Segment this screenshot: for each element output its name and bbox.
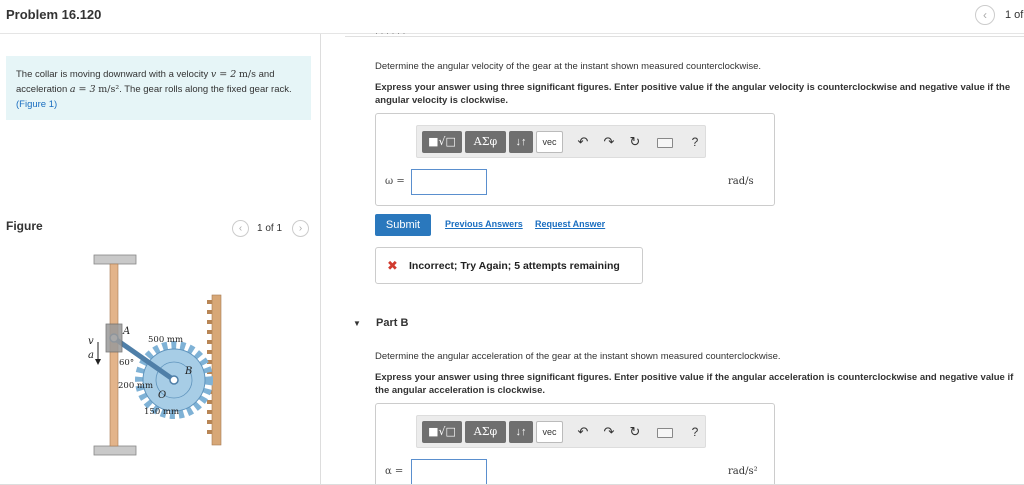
submit-button[interactable]: Submit [375, 214, 431, 236]
figure-prev-button[interactable]: ‹ [232, 220, 249, 237]
dimension-500mm: 500 mm [148, 335, 183, 345]
problem-text: The collar is moving downward with a vel… [16, 69, 211, 80]
omega-answer-input[interactable] [411, 169, 487, 195]
alpha-unit: rad/s² [728, 466, 758, 477]
gear-collar-figure: v a A O B 60° 500 mm 200 mm 150 mm [88, 254, 222, 456]
feedback-box: ✖ Incorrect; Try Again; 5 attempts remai… [375, 247, 643, 284]
gear-rack [211, 294, 222, 446]
symbols-button[interactable]: ΑΣφ [465, 421, 506, 443]
alpha-label: α = [385, 466, 404, 477]
pin-o [169, 375, 179, 385]
help-icon[interactable]: ? [687, 132, 703, 152]
part-b-instruction: Express your answer using three signific… [375, 372, 1014, 396]
top-support [93, 254, 137, 265]
collapse-arrow-icon[interactable]: ▼ [353, 319, 361, 328]
keyboard-icon[interactable] [657, 428, 673, 438]
chevron-left-icon: ‹ [238, 223, 243, 234]
part-b-title[interactable]: Part B [376, 317, 408, 329]
figure-link[interactable]: (Figure 1) [16, 99, 57, 110]
figure-heading: Figure [6, 219, 43, 233]
part-divider [345, 36, 1024, 37]
problem-page-count: 1 of [1005, 9, 1024, 21]
chevron-right-icon: › [298, 223, 303, 234]
velocity-unit: m/s [238, 69, 256, 80]
templates-button[interactable]: ■√□ [422, 131, 462, 153]
feedback-message: Incorrect; Try Again; 5 attempts remaini… [409, 260, 620, 272]
error-x-icon: ✖ [387, 258, 398, 273]
label-point-a: A [122, 326, 130, 337]
label-point-o: O [158, 390, 166, 401]
velocity-expression: v = 2 [210, 69, 237, 80]
redo-icon[interactable]: ↷ [601, 132, 617, 152]
part-a-prompt: Determine the angular velocity of the ge… [375, 61, 762, 72]
reset-icon[interactable]: ↻ [627, 132, 643, 152]
vertical-rod [109, 263, 119, 447]
previous-answers-link[interactable]: Previous Answers [445, 219, 523, 229]
vector-button[interactable]: vec [536, 131, 563, 153]
undo-icon[interactable]: ↶ [575, 422, 591, 442]
acceleration-expression: a = 3 [69, 84, 96, 95]
redo-icon[interactable]: ↷ [601, 422, 617, 442]
subscript-superscript-button[interactable]: ↓↑ [509, 131, 533, 153]
request-answer-link[interactable]: Request Answer [535, 219, 605, 229]
part-b-answer-box: ■√□ ΑΣφ ↓↑ vec ↶ ↷ ↻ ? α = rad/s² [375, 403, 775, 485]
dimension-200mm: 200 mm [118, 381, 153, 391]
figure-next-button[interactable]: › [292, 220, 309, 237]
prev-problem-button[interactable]: ‹ [975, 5, 995, 25]
problem-statement: The collar is moving downward with a vel… [6, 56, 311, 120]
figure-count: 1 of 1 [257, 223, 283, 234]
collar [105, 323, 123, 353]
bottom-support [93, 445, 137, 456]
angle-label: 60° [119, 358, 134, 368]
templates-button[interactable]: ■√□ [422, 421, 462, 443]
undo-icon[interactable]: ↶ [575, 132, 591, 152]
acceleration-unit: m/s² [98, 84, 120, 95]
column-divider [320, 34, 321, 485]
reset-icon[interactable]: ↻ [627, 422, 643, 442]
chevron-left-icon: ‹ [983, 8, 987, 22]
part-b-prompt: Determine the angular acceleration of th… [375, 351, 781, 362]
keyboard-icon[interactable] [657, 138, 673, 148]
math-toolbar: ■√□ ΑΣφ ↓↑ vec ↶ ↷ ↻ ? [416, 415, 706, 448]
subscript-superscript-button[interactable]: ↓↑ [509, 421, 533, 443]
help-icon[interactable]: ? [687, 422, 703, 442]
problem-text-end: . The gear rolls along the fixed gear ra… [119, 84, 292, 95]
part-a-answer-box: ■√□ ΑΣφ ↓↑ vec ↶ ↷ ↻ ? ω = rad/s [375, 113, 775, 206]
arrowhead [95, 359, 101, 365]
omega-label: ω = [385, 176, 405, 187]
math-toolbar: ■√□ ΑΣφ ↓↑ vec ↶ ↷ ↻ ? [416, 125, 706, 158]
omega-unit: rad/s [728, 176, 754, 187]
problem-title: Problem 16.120 [6, 7, 102, 22]
part-a-instruction: Express your answer using three signific… [375, 82, 1011, 106]
top-bar: Problem 16.120 ‹ 1 of [0, 0, 1024, 34]
dimension-150mm: 150 mm [144, 407, 179, 417]
symbols-button[interactable]: ΑΣφ [465, 131, 506, 153]
label-v: v [88, 336, 94, 347]
alpha-answer-input[interactable] [411, 459, 487, 485]
vector-button[interactable]: vec [536, 421, 563, 443]
label-point-b: B [184, 366, 192, 377]
label-a: a [88, 350, 94, 361]
